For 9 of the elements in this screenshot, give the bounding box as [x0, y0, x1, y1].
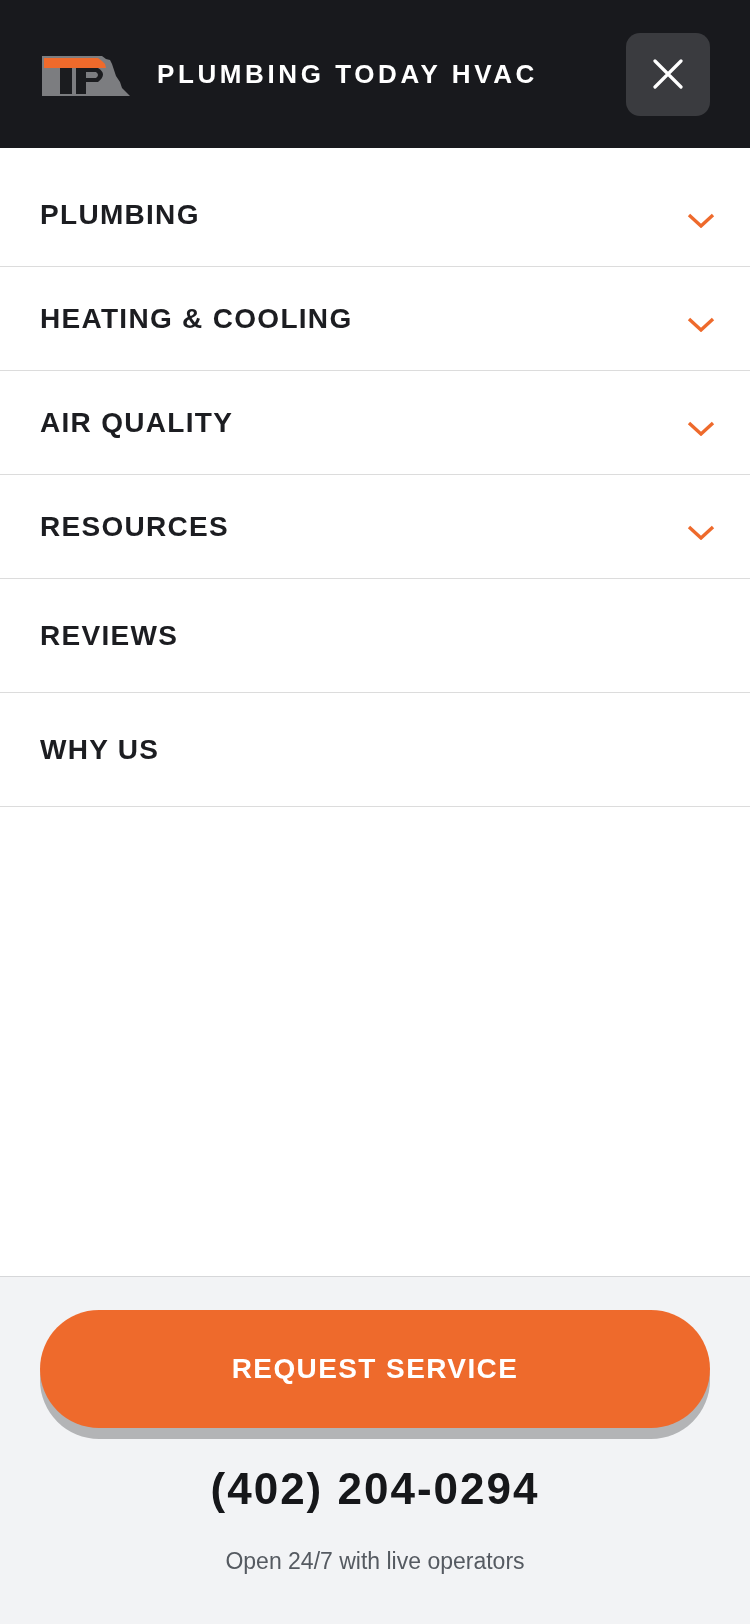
brand-name: PLUMBING TODAY HVAC — [157, 58, 538, 90]
close-icon — [653, 59, 683, 89]
hours-note: Open 24/7 with live operators — [225, 1547, 525, 1575]
chevron-down-icon — [687, 317, 715, 332]
close-button[interactable] — [626, 32, 710, 116]
phone-number[interactable]: (402) 204-0294 — [210, 1464, 540, 1514]
chevron-down-icon — [687, 525, 715, 540]
chevron-down-icon — [687, 213, 715, 228]
chevron-down-icon — [687, 421, 715, 436]
